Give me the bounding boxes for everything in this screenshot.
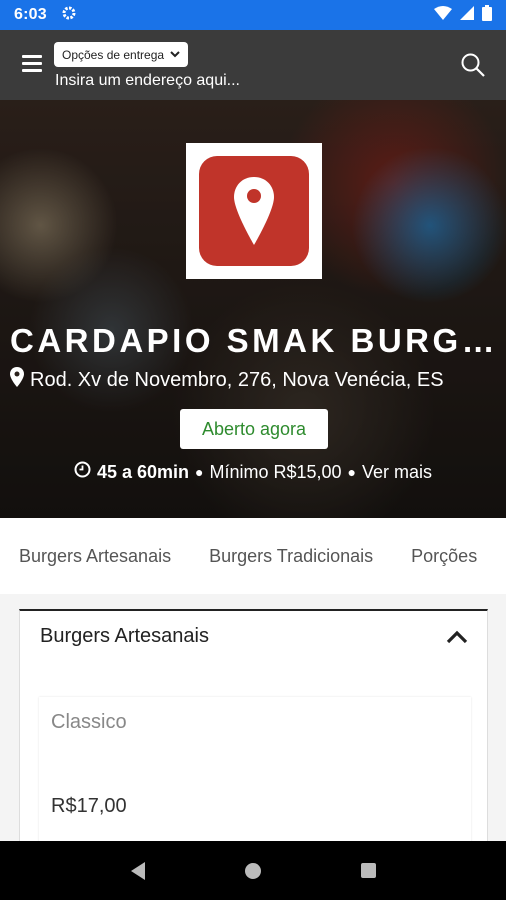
battery-icon: [482, 4, 492, 26]
status-bar: 6:03: [0, 0, 506, 30]
clock-icon: [74, 461, 91, 483]
menu-icon[interactable]: [22, 55, 42, 73]
delivery-options-button[interactable]: Opções de entrega: [54, 42, 189, 67]
store-hero: CARDAPIO SMAK BURGUER Rod. Xv de Novembr…: [0, 100, 506, 518]
system-nav-bar: [0, 841, 506, 900]
delivery-time: 45 a 60min: [96, 461, 189, 482]
store-name: CARDAPIO SMAK BURGUER: [10, 322, 500, 359]
address-input[interactable]: Insira um endereço aqui...: [55, 72, 240, 90]
category-title: Burgers Artesanais: [40, 625, 209, 647]
store-address-text: Rod. Xv de Novembro, 276, Nova Venécia, …: [30, 368, 444, 391]
tab-burgers-artesanais[interactable]: Burgers Artesanais: [0, 546, 190, 567]
status-badge: Aberto agora: [180, 409, 328, 449]
tab-porcoes[interactable]: Porções: [392, 546, 496, 567]
store-info-line: 45 a 60min ● Mínimo R$15,00 ● Ver mais: [0, 461, 506, 483]
app-header: Opções de entrega Insira um endereço aqu…: [0, 30, 506, 100]
status-time: 6:03: [14, 6, 47, 23]
status-icons: [434, 4, 492, 26]
see-more-link[interactable]: Ver mais: [362, 462, 432, 483]
minimum-order: Mínimo R$15,00: [209, 461, 342, 482]
product-name: Classico: [51, 711, 127, 733]
signal-icon: [460, 5, 474, 25]
separator-dot: ●: [195, 464, 204, 480]
store-address: Rod. Xv de Novembro, 276, Nova Venécia, …: [10, 367, 500, 393]
settings-gear-icon: [61, 5, 77, 26]
recents-icon[interactable]: [348, 851, 388, 891]
tab-burgers-tradicionais[interactable]: Burgers Tradicionais: [190, 546, 392, 567]
back-icon[interactable]: [118, 851, 158, 891]
home-icon[interactable]: [233, 851, 273, 891]
wifi-icon: [434, 5, 452, 25]
product-price: R$17,00: [51, 795, 127, 817]
location-pin-logo-icon: [199, 156, 309, 266]
category-tabs: Burgers Artesanais Burgers Tradicionais …: [0, 518, 506, 594]
store-logo: [186, 143, 322, 279]
delivery-options-label: Opções de entrega: [62, 47, 165, 62]
map-pin-icon: [10, 367, 24, 393]
product-card[interactable]: Classico R$17,00: [39, 697, 471, 857]
chevron-down-icon: [170, 49, 180, 61]
category-section: Burgers Artesanais Classico R$17,00: [19, 609, 488, 857]
search-icon[interactable]: [460, 52, 486, 78]
separator-dot: ●: [347, 464, 357, 480]
chevron-up-icon[interactable]: [445, 629, 469, 647]
